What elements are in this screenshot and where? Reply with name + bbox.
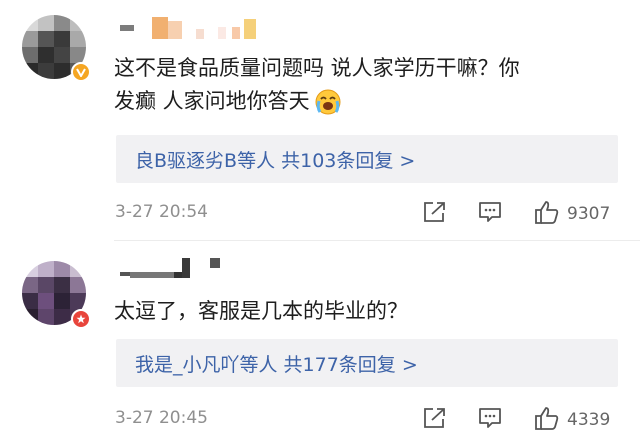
comment-icon [478, 407, 502, 433]
like-count: 9307 [567, 204, 611, 224]
share-icon [423, 201, 447, 227]
verified-v-badge-icon [71, 62, 91, 82]
comment-text: 这不是食品质量问题吗 说人家学历干嘛？你 发癫 人家问地你答天 [114, 52, 614, 118]
comment-icon [478, 201, 502, 227]
star-badge-icon [71, 309, 91, 329]
thumbs-up-icon [534, 199, 560, 229]
replies-box[interactable]: 良B驱逐劣B等人 共103条回复 > [116, 135, 618, 183]
username-blurred[interactable] [120, 17, 256, 39]
replies-box[interactable]: 我是_小凡吖等人 共177条回复 > [116, 339, 618, 387]
comment-button[interactable] [478, 407, 502, 433]
comment-text-line: 太逗了，客服是几本的毕业的？ [114, 299, 408, 323]
comment-time: 3-27 20:45 [115, 408, 208, 428]
comment-text: 太逗了，客服是几本的毕业的？ [114, 295, 614, 328]
thumbs-up-icon [534, 405, 560, 435]
crying-laughing-face-icon [314, 88, 342, 116]
comment-text-line: 这不是食品质量问题吗 说人家学历干嘛？你 [114, 56, 520, 80]
share-button[interactable] [423, 407, 447, 433]
username-blurred[interactable] [120, 258, 220, 280]
share-button[interactable] [423, 201, 447, 227]
comment-time: 3-27 20:54 [115, 202, 208, 222]
share-icon [423, 407, 447, 433]
like-count: 4339 [567, 410, 611, 430]
replies-link[interactable]: 良B驱逐劣B等人 共103条回复 > [135, 146, 415, 173]
replies-link[interactable]: 我是_小凡吖等人 共177条回复 > [135, 350, 418, 377]
like-button[interactable]: 9307 [534, 199, 610, 229]
comment-text-line: 发癫 人家问地你答天 [114, 89, 310, 113]
comment-item: 这不是食品质量问题吗 说人家学历干嘛？你 发癫 人家问地你答天 良B驱逐劣B等人… [0, 0, 640, 240]
comment-item: 太逗了，客服是几本的毕业的？ 我是_小凡吖等人 共177条回复 > 3-27 2… [0, 241, 640, 447]
comment-button[interactable] [478, 201, 502, 227]
like-button[interactable]: 4339 [534, 405, 610, 435]
